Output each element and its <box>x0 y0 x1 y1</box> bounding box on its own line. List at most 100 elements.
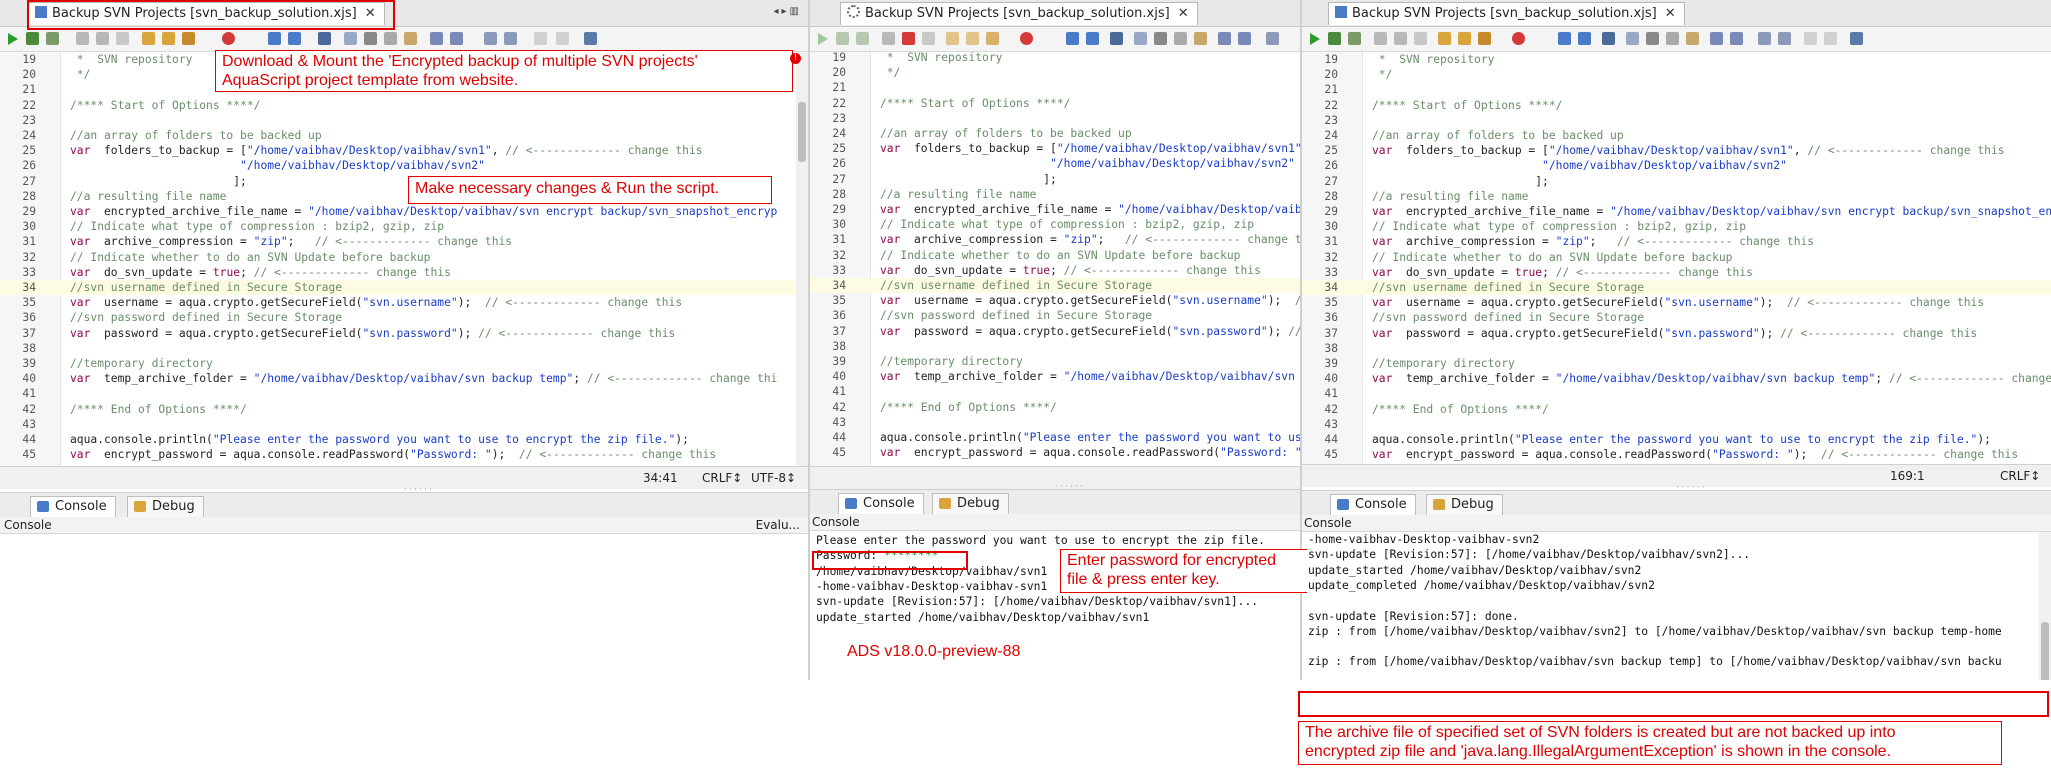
run-icon[interactable] <box>1310 33 1320 45</box>
console-output[interactable] <box>0 534 808 680</box>
print-icon[interactable] <box>1110 32 1123 45</box>
tab-debug[interactable]: Debug <box>127 496 204 517</box>
stop-icon[interactable] <box>902 32 915 45</box>
copy-icon[interactable] <box>1174 32 1187 45</box>
scrollbar-thumb[interactable] <box>2041 622 2049 680</box>
breakpoint-icon[interactable] <box>1020 32 1033 45</box>
paste-icon[interactable] <box>1194 32 1207 45</box>
step-into-icon[interactable] <box>162 32 175 45</box>
run-icon[interactable] <box>8 33 18 45</box>
cut-icon[interactable] <box>1646 32 1659 45</box>
code-editor[interactable]: 19 * SVN repository 20 */21 22/**** Start … <box>0 52 808 466</box>
step-over-icon[interactable] <box>142 32 155 45</box>
font-increase-icon[interactable] <box>556 32 569 45</box>
outline-icon[interactable] <box>584 32 597 45</box>
print-icon[interactable] <box>318 32 331 45</box>
save-icon[interactable] <box>1066 32 1079 45</box>
save-icon[interactable] <box>1558 32 1571 45</box>
tab-debug[interactable]: Debug <box>932 493 1009 514</box>
console-output[interactable]: -home-vaibhav-Desktop-vaibhav-svn2 svn-up… <box>1302 532 2051 680</box>
undo-icon[interactable] <box>1218 32 1231 45</box>
outline-icon[interactable] <box>1850 32 1863 45</box>
save-all-icon[interactable] <box>288 32 301 45</box>
close-icon[interactable]: ✕ <box>1665 6 1676 21</box>
find-replace-icon[interactable] <box>1778 32 1791 45</box>
font-decrease-icon[interactable] <box>1804 32 1817 45</box>
step-icon[interactable] <box>46 32 59 45</box>
line-number: 28 <box>1324 189 1338 203</box>
select-icon[interactable] <box>1134 32 1147 45</box>
paste-icon[interactable] <box>404 32 417 45</box>
font-increase-icon[interactable] <box>1824 32 1837 45</box>
tab-console[interactable]: Console <box>30 496 116 517</box>
pause-icon[interactable] <box>922 32 935 45</box>
print-icon[interactable] <box>1602 32 1615 45</box>
code-line: 22 /**** Start of Options ****/ <box>0 98 808 113</box>
pause-icon[interactable] <box>1414 32 1427 45</box>
redo-icon[interactable] <box>1238 32 1251 45</box>
line-number: 22 <box>1324 98 1338 112</box>
line-number: 34 <box>832 279 846 292</box>
line-number: 45 <box>832 446 846 460</box>
console-evaluate[interactable]: Evalu... <box>756 517 800 533</box>
step-into-icon[interactable] <box>966 32 979 45</box>
run-icon[interactable] <box>818 33 828 45</box>
save-icon[interactable] <box>268 32 281 45</box>
step-into-icon[interactable] <box>1458 32 1471 45</box>
cut-icon[interactable] <box>1154 32 1167 45</box>
code-text: /**** Start of Options ****/ <box>1372 98 1563 112</box>
close-icon[interactable]: ✕ <box>1178 6 1189 21</box>
debug-run-icon[interactable] <box>26 32 39 45</box>
debug-run-icon[interactable] <box>836 32 849 45</box>
copy-icon[interactable] <box>1666 32 1679 45</box>
tab-debug[interactable]: Debug <box>1426 494 1503 515</box>
resume-icon[interactable] <box>76 32 89 45</box>
step-icon[interactable] <box>856 32 869 45</box>
console-scrollbar[interactable] <box>2039 532 2051 680</box>
find-icon[interactable] <box>484 32 497 45</box>
scrollbar-thumb[interactable] <box>798 102 806 162</box>
find-icon[interactable] <box>1758 32 1771 45</box>
stop-icon[interactable] <box>1394 32 1407 45</box>
save-all-icon[interactable] <box>1086 32 1099 45</box>
select-icon[interactable] <box>344 32 357 45</box>
step-out-icon[interactable] <box>986 32 999 45</box>
line-ending[interactable]: CRLF↕ <box>702 467 742 489</box>
debug-run-icon[interactable] <box>1328 32 1341 45</box>
line-ending[interactable]: CRLF↕ <box>2000 465 2040 487</box>
cut-icon[interactable] <box>364 32 377 45</box>
paste-icon[interactable] <box>1686 32 1699 45</box>
code-editor[interactable]: 19 * SVN repository 20 */21 22/**** Start … <box>1302 52 2051 466</box>
editor-scrollbar[interactable] <box>796 52 808 466</box>
step-over-icon[interactable] <box>1438 32 1451 45</box>
resume-icon[interactable] <box>882 32 895 45</box>
pause-icon[interactable] <box>116 32 129 45</box>
resume-icon[interactable] <box>1374 32 1387 45</box>
step-icon[interactable] <box>1348 32 1361 45</box>
font-decrease-icon[interactable] <box>534 32 547 45</box>
tab-navigation-icons[interactable]: ◂▸▥ <box>774 6 803 17</box>
redo-icon[interactable] <box>450 32 463 45</box>
select-icon[interactable] <box>1626 32 1639 45</box>
step-over-icon[interactable] <box>946 32 959 45</box>
breakpoint-icon[interactable] <box>222 32 235 45</box>
tab-console[interactable]: Console <box>838 493 924 514</box>
breakpoint-icon[interactable] <box>1512 32 1525 45</box>
find-replace-icon[interactable] <box>504 32 517 45</box>
find-icon[interactable] <box>1266 32 1279 45</box>
copy-icon[interactable] <box>384 32 397 45</box>
step-out-icon[interactable] <box>182 32 195 45</box>
tab-console[interactable]: Console <box>1330 494 1416 515</box>
step-out-icon[interactable] <box>1478 32 1491 45</box>
line-number: 44 <box>22 433 36 446</box>
redo-icon[interactable] <box>1730 32 1743 45</box>
editor-tab[interactable]: Backup SVN Projects [svn_backup_solution… <box>840 2 1198 25</box>
stop-icon[interactable] <box>96 32 109 45</box>
editor-tab[interactable]: Backup SVN Projects [svn_backup_solution… <box>1328 2 1685 25</box>
undo-icon[interactable] <box>1710 32 1723 45</box>
encoding[interactable]: UTF-8↕ <box>751 467 796 489</box>
line-number: 29 <box>832 203 846 216</box>
save-all-icon[interactable] <box>1578 32 1591 45</box>
code-editor[interactable]: 19 * SVN repository 20 */21 22/**** Start … <box>810 52 1300 466</box>
undo-icon[interactable] <box>430 32 443 45</box>
